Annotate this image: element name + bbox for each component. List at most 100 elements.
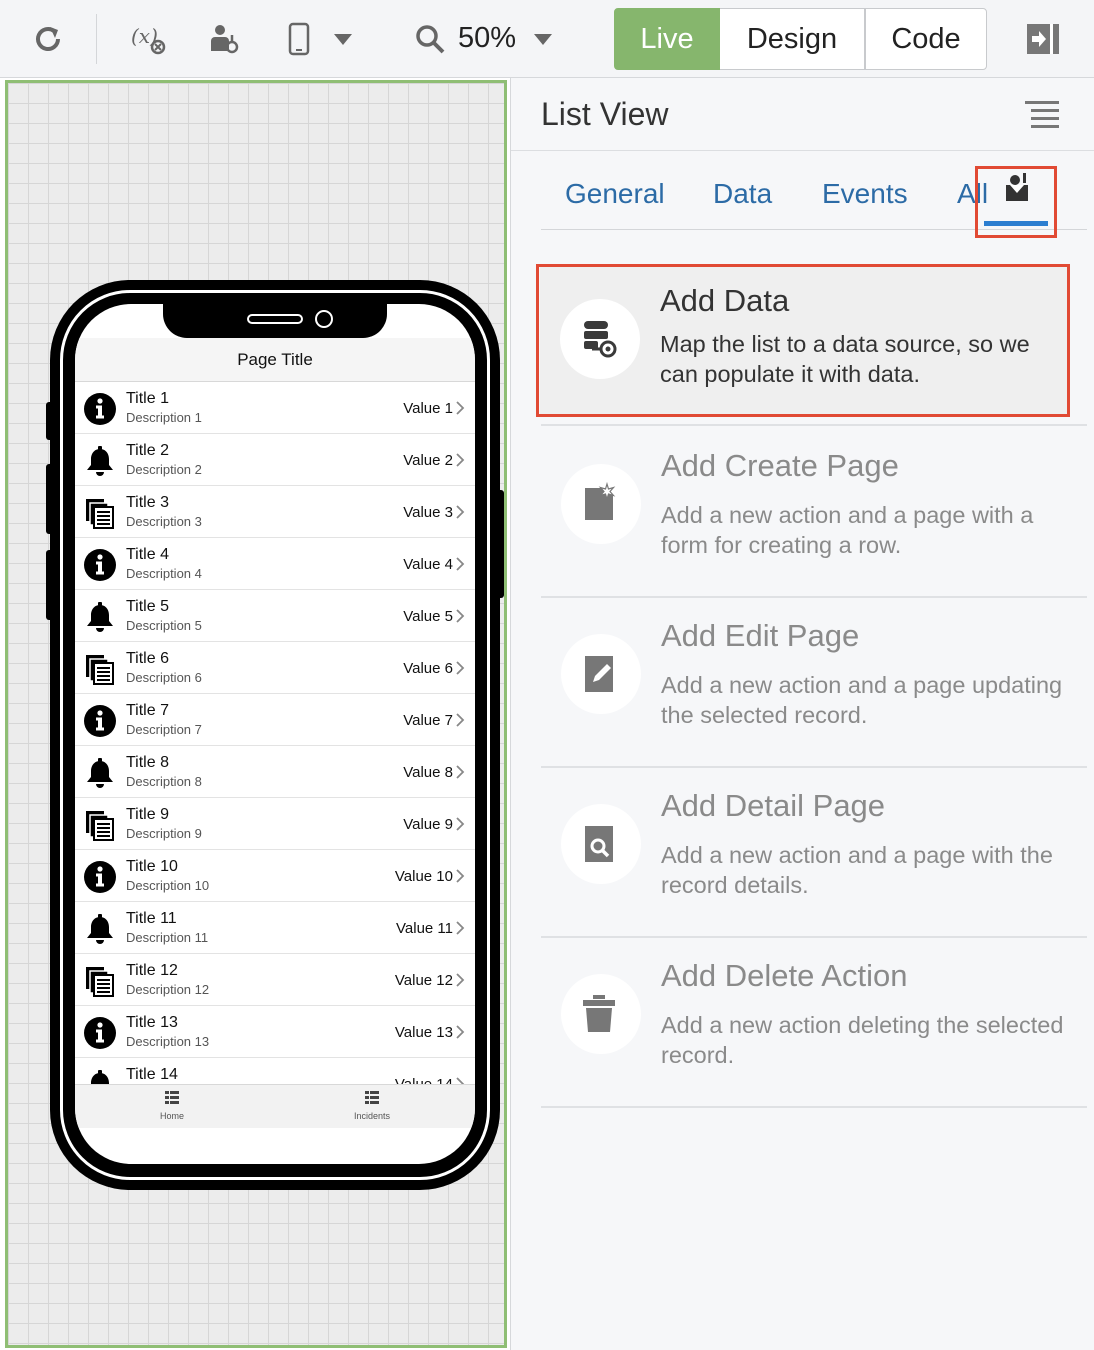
phone-notch (163, 304, 387, 338)
list-item[interactable]: Title 10 Description 10 Value 10 (75, 850, 475, 902)
quick-action-item[interactable]: Add Edit Page Add a new action and a page… (541, 598, 1087, 768)
variables-icon[interactable]: (x) (126, 14, 170, 64)
info-icon (83, 1016, 117, 1050)
quick-action-title: Add Create Page (661, 448, 899, 483)
chevron-right-icon (454, 609, 466, 623)
design-mode-button[interactable]: Design (720, 8, 865, 70)
phone-device-icon[interactable] (284, 14, 314, 64)
phone-volume-down-button (46, 550, 54, 620)
list-item-value: Value 13 (394, 1024, 453, 1041)
app-list-view[interactable]: Title 1 Description 1 Value 1 Title 2 Descri… (75, 382, 475, 1084)
chevron-right-icon (454, 1025, 466, 1039)
collapse-panel-icon[interactable] (1024, 14, 1062, 64)
detail-page-icon (579, 822, 619, 871)
list-item-description: Description 9 (126, 826, 202, 841)
trash-icon (579, 992, 619, 1041)
info-icon (83, 548, 117, 582)
app-page-title: Page Title (75, 338, 475, 382)
bell-icon (83, 600, 117, 634)
panel-title: List View (541, 96, 669, 132)
app-tab-home[interactable]: Home (122, 1091, 222, 1121)
panel-header-divider (511, 150, 1094, 151)
list-item[interactable]: Title 9 Description 9 Value 9 (75, 798, 475, 850)
phone-mute-button (46, 402, 54, 440)
live-mode-button[interactable]: Live (614, 8, 720, 70)
chevron-right-icon (454, 921, 466, 935)
list-item-title: Title 8 (126, 754, 169, 771)
list-item-value: Value 12 (394, 972, 453, 989)
quick-action-item[interactable]: Add Create Page Add a new action and a pa… (541, 428, 1087, 598)
user-roles-icon[interactable] (202, 14, 246, 64)
app-tab-bar: Home Incidents (75, 1084, 475, 1128)
list-item-title: Title 5 (126, 598, 169, 615)
tab-quick-start-highlight[interactable] (975, 166, 1057, 238)
list-item[interactable]: Title 7 Description 7 Value 7 (75, 694, 475, 746)
list-item-title: Title 9 (126, 806, 169, 823)
zoom-dropdown-icon[interactable] (530, 14, 556, 64)
list-item-description: Description 11 (126, 930, 209, 945)
toolbar: (x) 50% Live Design Code (0, 0, 1094, 78)
list-item-title: Title 4 (126, 546, 169, 563)
code-mode-button[interactable]: Code (865, 8, 987, 70)
list-item[interactable]: Title 11 Description 11 Value 11 (75, 902, 475, 954)
info-icon (83, 392, 117, 426)
list-item-title: Title 7 (126, 702, 169, 719)
list-item-value: Value 4 (403, 556, 453, 573)
chevron-right-icon (454, 869, 466, 883)
chevron-right-icon (454, 973, 466, 987)
quick-start-wizard-icon (1004, 173, 1030, 208)
list-item[interactable]: Title 1 Description 1 Value 1 (75, 382, 475, 434)
list-item-value: Value 7 (403, 712, 453, 729)
grid-icon (365, 1091, 379, 1104)
quick-action-description: Add a new action and a page updating the… (661, 672, 1063, 728)
bell-icon (83, 756, 117, 790)
list-item-title: Title 2 (126, 442, 169, 459)
speaker-icon (247, 314, 303, 324)
list-item-title: Title 6 (126, 650, 169, 667)
list-item[interactable]: Title 6 Description 6 Value 6 (75, 642, 475, 694)
documents-icon (83, 496, 117, 530)
list-item-title: Title 10 (126, 858, 178, 875)
app-tab-incidents[interactable]: Incidents (322, 1091, 422, 1121)
list-item[interactable]: Title 12 Description 12 Value 12 (75, 954, 475, 1006)
list-item-description: Description 12 (126, 982, 210, 997)
list-item[interactable]: Title 5 Description 5 Value 5 (75, 590, 475, 642)
list-item-value: Value 14 (395, 1076, 453, 1084)
list-item[interactable]: Title 4 Description 4 Value 4 (75, 538, 475, 590)
list-item-description: Description 3 (126, 514, 202, 529)
zoom-level[interactable]: 50% (458, 22, 516, 55)
list-item[interactable]: Title 13 Description 13 Value 13 (75, 1006, 475, 1058)
chevron-right-icon (454, 765, 466, 779)
list-item-value: Value 1 (403, 400, 453, 417)
list-item[interactable]: Title 14 Value 14 (75, 1058, 475, 1084)
chevron-right-icon (454, 505, 466, 519)
toolbar-separator (96, 14, 97, 64)
quick-action-item[interactable]: Add Detail Page Add a new action and a pa… (541, 768, 1087, 938)
quick-action-item[interactable]: Add Delete Action Add a new action deleti… (541, 938, 1087, 1108)
panel-menu-icon[interactable] (1025, 100, 1059, 130)
chevron-right-icon (454, 453, 466, 467)
info-icon (83, 704, 117, 738)
list-item-value: Value 3 (403, 504, 453, 521)
list-item[interactable]: Title 2 Description 2 Value 2 (75, 434, 475, 486)
quick-action-description: Add a new action and a page with the rec… (661, 842, 1053, 898)
tab-events[interactable]: Events (822, 178, 908, 210)
refresh-icon[interactable] (26, 14, 70, 64)
list-item-description: Description 7 (126, 722, 202, 737)
tab-general[interactable]: General (565, 178, 665, 210)
phone-screen: Page Title Title 1 Description 1 Value 1 Ti… (75, 304, 475, 1164)
list-item[interactable]: Title 8 Description 8 Value 8 (75, 746, 475, 798)
zoom-search-icon[interactable] (412, 14, 448, 64)
bell-icon (83, 444, 117, 478)
bell-icon (83, 1068, 117, 1084)
list-item-value: Value 11 (396, 920, 453, 937)
tab-data[interactable]: Data (713, 178, 772, 210)
list-item-description: Description 6 (126, 670, 202, 685)
quick-action-icon-circle (561, 464, 641, 544)
camera-icon (315, 310, 333, 328)
device-dropdown-icon[interactable] (330, 14, 356, 64)
quick-action-divider (541, 424, 1087, 426)
list-item-description: Description 5 (126, 618, 202, 633)
info-icon (83, 860, 117, 894)
list-item[interactable]: Title 3 Description 3 Value 3 (75, 486, 475, 538)
